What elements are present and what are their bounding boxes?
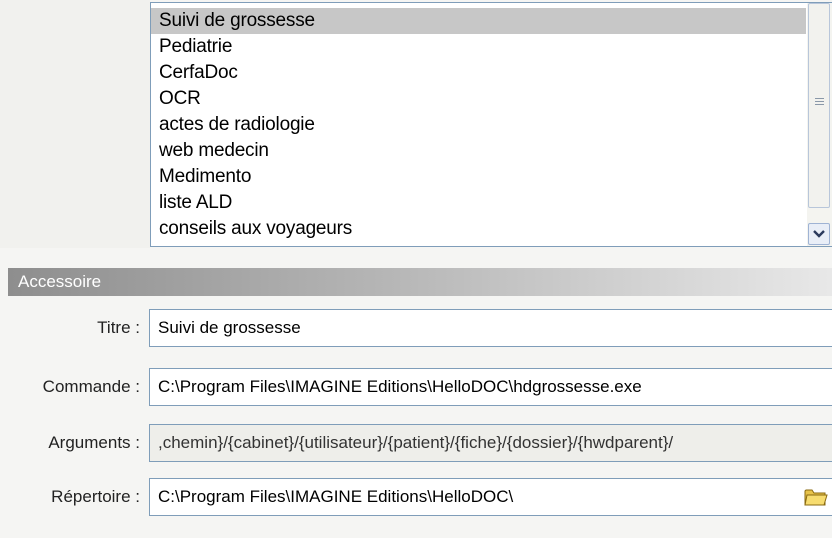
list-item[interactable]: OCR [151, 86, 806, 112]
list-item[interactable]: web medecin [151, 138, 806, 164]
scrollbar-thumb[interactable] [808, 3, 830, 208]
section-header-accessoire: Accessoire [8, 268, 832, 296]
repertoire-value: C:\Program Files\IMAGINE Editions\HelloD… [158, 487, 514, 506]
list-item[interactable]: liste ALD [151, 190, 806, 216]
browse-folder-button[interactable] [800, 482, 832, 511]
commande-field[interactable]: C:\Program Files\IMAGINE Editions\HelloD… [149, 368, 832, 406]
commande-row: Commande : C:\Program Files\IMAGINE Edit… [0, 368, 832, 406]
vertical-scrollbar[interactable] [807, 3, 832, 246]
list-item[interactable]: Pediatrie [151, 34, 806, 60]
list-item[interactable]: CerfaDoc [151, 60, 806, 86]
arguments-field[interactable]: ,chemin}/{cabinet}/{utilisateur}/{patien… [149, 424, 832, 462]
section-title: Accessoire [18, 272, 102, 291]
titre-label: Titre : [97, 318, 140, 337]
titre-field[interactable]: Suivi de grossesse [149, 309, 832, 347]
program-listbox[interactable]: Suivi de grossesse Pediatrie CerfaDoc OC… [150, 2, 832, 247]
scroll-down-button[interactable] [808, 223, 830, 245]
arguments-label: Arguments : [48, 433, 140, 452]
commande-label: Commande : [42, 377, 140, 396]
repertoire-field[interactable]: C:\Program Files\IMAGINE Editions\HelloD… [149, 478, 832, 516]
grip-icon [815, 98, 824, 107]
chevron-down-icon [813, 230, 825, 238]
repertoire-label: Répertoire : [51, 487, 140, 506]
list-item[interactable]: Suivi de grossesse [151, 8, 806, 34]
list-item[interactable]: Medimento [151, 164, 806, 190]
program-list-items: Suivi de grossesse Pediatrie CerfaDoc OC… [151, 8, 806, 242]
background-panel [0, 0, 150, 248]
repertoire-row: Répertoire : C:\Program Files\IMAGINE Ed… [0, 478, 832, 516]
titre-row: Titre : Suivi de grossesse [0, 309, 832, 347]
arguments-row: Arguments : ,chemin}/{cabinet}/{utilisat… [0, 424, 832, 462]
list-item[interactable]: actes de radiologie [151, 112, 806, 138]
folder-icon [804, 489, 828, 505]
list-item[interactable]: conseils aux voyageurs [151, 216, 806, 242]
